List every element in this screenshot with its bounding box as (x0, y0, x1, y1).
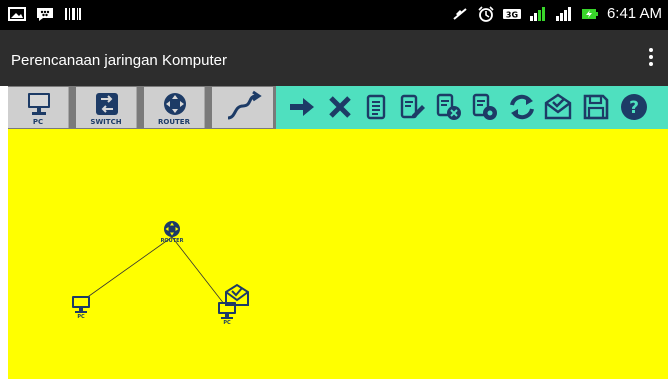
document-remove-icon[interactable] (432, 91, 464, 123)
status-bar: 3G 6:41 AM (0, 0, 668, 30)
save-icon[interactable] (580, 91, 612, 123)
status-time: 6:41 AM (606, 5, 662, 22)
document-edit-icon[interactable] (396, 91, 428, 123)
router-node[interactable]: ROUTER (160, 219, 184, 245)
tool-strip: ? (276, 86, 668, 129)
add-cable-button[interactable] (212, 87, 273, 128)
bbm-notification-icon (37, 8, 53, 21)
alarm-icon (478, 5, 494, 22)
svg-text:?: ? (629, 98, 639, 118)
add-pc-button[interactable]: PC (8, 87, 69, 128)
pc-icon (72, 296, 90, 313)
toolbar: PC SWITCH ROUTER ? (8, 86, 668, 129)
add-switch-button[interactable]: SWITCH (76, 87, 137, 128)
signal-icon (529, 6, 545, 21)
svg-text:3G: 3G (506, 10, 518, 19)
refresh-icon[interactable] (506, 91, 538, 123)
connection-lines (81, 236, 229, 310)
device-label-switch: SWITCH (90, 118, 122, 126)
mute-icon (453, 7, 467, 20)
router-icon (164, 221, 180, 237)
network-canvas[interactable]: ROUTER PC PC (8, 129, 668, 379)
switch-icon (96, 93, 118, 115)
help-icon[interactable]: ? (618, 91, 650, 123)
image-notification-icon (8, 7, 26, 21)
pc-node[interactable]: PC (70, 294, 92, 320)
app-title: Perencanaan jaringan Komputer (11, 52, 227, 69)
device-label-pc: PC (32, 118, 44, 126)
cable-icon (227, 90, 262, 120)
battery-charging-icon (581, 8, 598, 19)
document-settings-icon[interactable] (468, 91, 500, 123)
action-bar: Perencanaan jaringan Komputer (0, 30, 668, 86)
device-label-router: ROUTER (158, 118, 190, 126)
pc-node-label: PC (223, 320, 231, 326)
mail-icon[interactable] (223, 283, 251, 307)
mail-icon[interactable] (542, 91, 574, 123)
signal-icon-2 (555, 6, 571, 21)
router-icon (164, 93, 186, 115)
close-icon[interactable] (324, 91, 356, 123)
link-router-pc-right (171, 236, 229, 310)
add-router-button[interactable]: ROUTER (144, 87, 205, 128)
pc-icon (28, 93, 50, 115)
router-node-label: ROUTER (160, 238, 184, 244)
pc-node-label: PC (77, 314, 85, 320)
overflow-menu-icon[interactable] (646, 48, 656, 70)
3g-icon: 3G (502, 8, 521, 19)
barcode-notification-icon (65, 8, 81, 20)
document-icon[interactable] (360, 91, 392, 123)
arrow-right-icon[interactable] (286, 91, 318, 123)
link-router-pc-left (81, 236, 173, 302)
